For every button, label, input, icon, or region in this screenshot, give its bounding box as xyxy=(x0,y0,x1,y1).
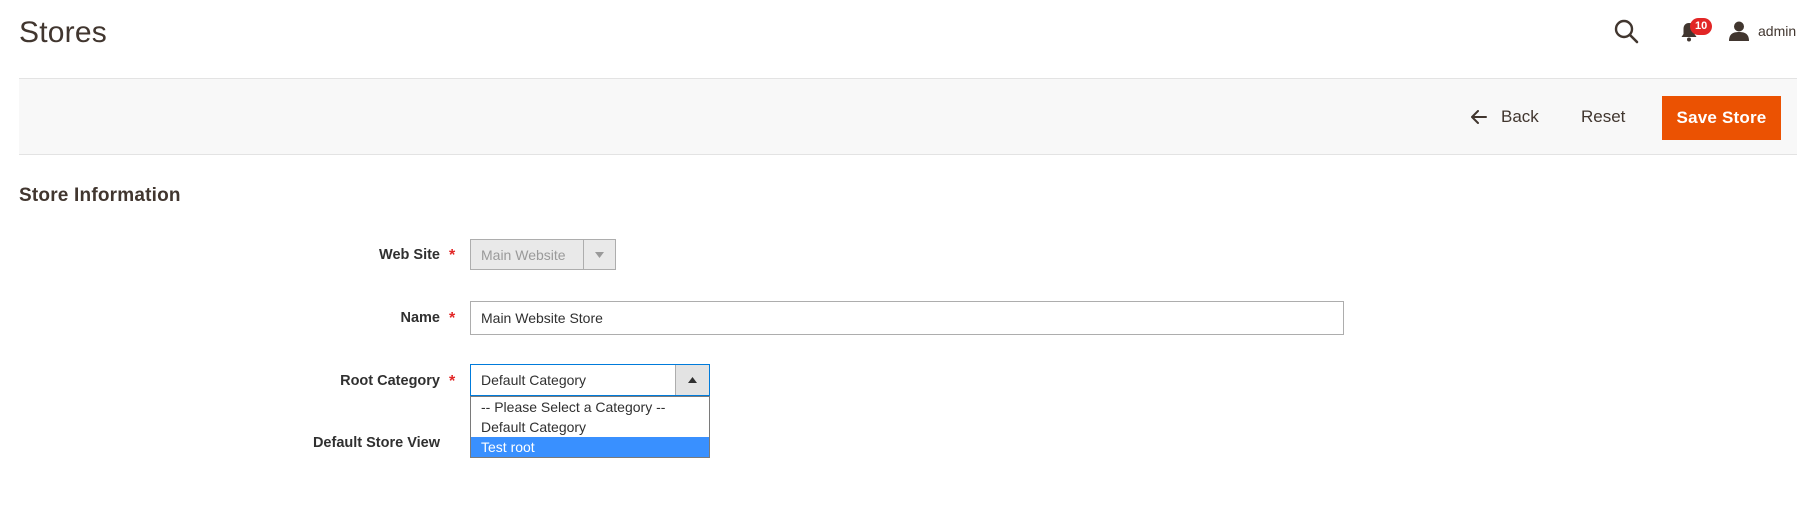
required-star: * xyxy=(449,310,456,327)
search-icon[interactable] xyxy=(1613,18,1639,44)
store-name-input[interactable] xyxy=(470,301,1344,335)
root-category-label: Root Category xyxy=(340,373,440,389)
dropdown-option-highlighted[interactable]: Test root xyxy=(471,437,709,457)
root-category-options: -- Please Select a Category -- Default C… xyxy=(470,396,710,458)
back-button-label: Back xyxy=(1501,107,1539,126)
page-title: Stores xyxy=(19,16,107,49)
user-menu[interactable]: admin xyxy=(1728,18,1797,44)
dropdown-option[interactable]: Default Category xyxy=(471,417,709,437)
website-select: Main Website xyxy=(470,239,616,270)
reset-button[interactable]: Reset xyxy=(1581,97,1625,137)
notifications-button[interactable]: 10 xyxy=(1680,18,1716,46)
default-store-view-label: Default Store View xyxy=(312,435,440,451)
notification-badge: 10 xyxy=(1690,18,1713,35)
user-icon xyxy=(1729,21,1749,41)
section-title: Store Information xyxy=(19,185,181,206)
save-store-button[interactable]: Save Store xyxy=(1662,96,1781,140)
arrow-left-icon xyxy=(1471,110,1487,124)
select-arrow[interactable] xyxy=(675,365,709,395)
page-actions-bar: Back Reset Save Store xyxy=(19,78,1797,155)
root-category-select[interactable]: Default Category xyxy=(470,364,710,396)
website-label: Web Site xyxy=(379,247,440,263)
user-name: admin xyxy=(1758,23,1797,39)
chevron-up-icon xyxy=(688,377,697,383)
header-actions: 10 admin xyxy=(1497,0,1797,60)
website-select-value: Main Website xyxy=(481,246,566,263)
select-arrow xyxy=(583,240,615,269)
back-button[interactable]: Back xyxy=(1471,97,1539,137)
dropdown-option[interactable]: -- Please Select a Category -- xyxy=(471,397,709,417)
page: Stores 10 admin Back Reset Save Store St… xyxy=(0,0,1797,507)
required-star: * xyxy=(449,373,456,390)
root-category-select-value: Default Category xyxy=(481,372,587,388)
name-label: Name xyxy=(400,310,441,326)
chevron-down-icon xyxy=(595,251,604,258)
required-star: * xyxy=(449,247,456,264)
